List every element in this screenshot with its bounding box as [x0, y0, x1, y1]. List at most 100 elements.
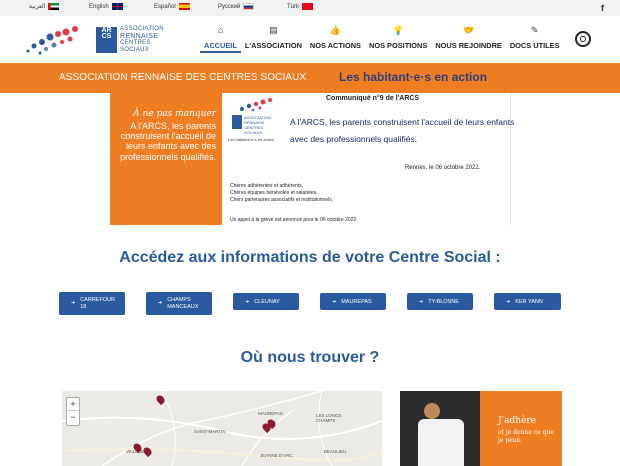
centre-button-maurepas[interactable]: ➜ MAUREPAS [320, 293, 386, 310]
nav-positions-label: NOS POSITIONS [368, 41, 428, 50]
lang-spanish[interactable]: Español [154, 3, 190, 10]
lightbulb-icon: 💡 [392, 25, 404, 35]
search-button[interactable] [575, 31, 591, 47]
lang-russian-label: Русский [218, 3, 241, 10]
centre-button-ker-yann[interactable]: ➜ KER YANN [494, 293, 561, 310]
communique-subtitle: Les habitant·e·s en action [228, 137, 275, 142]
centre-button-champs-manceaux[interactable]: ➜ CHAMPS MANCEAUX [146, 292, 212, 315]
map-label-longs-champs: LES LONGS CHAMPS [316, 413, 342, 423]
russia-flag-icon [243, 3, 255, 10]
site-header: ARCS ASSOCIATION RENNAISE CENTRES SOCIAU… [0, 16, 620, 63]
nav-rejoindre-label: NOUS REJOINDRE [435, 41, 502, 50]
centre-button-carrefour18[interactable]: ➜ CARREFOUR 18 [59, 292, 125, 315]
map-zoom-control: + − [66, 397, 80, 426]
nav-docs[interactable]: ✎ DOCS UTILES [506, 24, 564, 53]
arrow-right-icon: ➜ [506, 298, 511, 305]
communique-logo-line4: SOCIAUX [244, 130, 263, 135]
main-nav: ⌂ ACCUEIL ▤ L'ASSOCIATION 👍 NOS ACTIONS … [200, 24, 564, 53]
communique-greeting-1: Chères adhérentes et adhérents, [230, 183, 304, 189]
map-zoom-in-button[interactable]: + [67, 398, 79, 411]
news-text: A l'ARCS, les parents construisent l'acc… [119, 121, 216, 162]
logo-text[interactable]: ASSOCIATION RENNAISE CENTRES SOCIAUX [120, 26, 164, 54]
centre-button-ty-blosne[interactable]: ➜ TY-BLOSNE [407, 293, 473, 310]
map-label-beaulieu: BEAULIEU [324, 449, 347, 454]
logo-line2: RENNAISE [120, 33, 159, 40]
news-kicker: À ne pas manquer [133, 109, 216, 119]
arrow-right-icon: ➜ [332, 298, 337, 305]
nav-docs-label: DOCS UTILES [509, 41, 560, 50]
centre-button-cleunay[interactable]: ➜ CLEUNAY [233, 293, 299, 310]
uk-flag-icon [111, 3, 123, 10]
adhere-banner[interactable]: J'adhère et je donne ce que je peux. [400, 391, 562, 466]
lang-english-label: English [89, 3, 109, 10]
communique-greeting-3: Chers partenaires associatifs et institu… [230, 197, 334, 203]
communique-image[interactable]: ASSOCIATION RENNAISE CENTRES SOCIAUX Les… [222, 93, 514, 225]
facebook-icon[interactable]: f [601, 3, 604, 13]
nav-rejoindre[interactable]: 🤝 NOUS REJOINDRE [431, 24, 506, 53]
hero-band: ASSOCIATION RENNAISE DES CENTRES SOCIAUX… [0, 63, 620, 93]
nav-association[interactable]: ▤ L'ASSOCIATION [241, 24, 306, 53]
centres-title: Accédez aux informations de votre Centre… [119, 249, 501, 266]
logo-box[interactable]: ARCS [96, 27, 117, 53]
adhere-photo [400, 391, 480, 466]
communique-date: Rennes, le 06 octobre 2022. [405, 165, 481, 171]
nav-association-label: L'ASSOCIATION [244, 41, 302, 50]
map-zoom-out-button[interactable]: − [67, 411, 79, 424]
centre-label: MAUREPAS [341, 298, 372, 305]
search-icon [580, 36, 586, 42]
thumbs-up-icon: 👍 [329, 25, 342, 35]
centre-label: CLEUNAY [254, 298, 280, 305]
communique-heading: Communiqué n°9 de l'ARCS [326, 95, 420, 102]
page: العربية English Español Русский Türk f A… [0, 0, 620, 466]
lang-turkish-label: Türk [287, 3, 299, 10]
logo-line3: CENTRES [120, 40, 151, 46]
home-icon: ⌂ [217, 25, 224, 35]
arrow-right-icon: ➜ [419, 298, 424, 305]
location-map[interactable]: + − MAUREPAS LES LONGS CHAMPS SAINT-MART… [62, 391, 382, 466]
spain-flag-icon [178, 3, 190, 10]
lang-turkish[interactable]: Türk [287, 3, 313, 10]
map-label-jeanne-darc: JEANNE D'ARC [260, 453, 293, 458]
logo-dots-icon[interactable] [20, 22, 88, 58]
communique-lead: A l'ARCS, les parents construisent l'acc… [290, 117, 515, 144]
communique-body: Chères adhérentes et adhérents, Chères é… [230, 183, 333, 204]
turkey-flag-icon [302, 3, 313, 10]
arrow-right-icon: ➜ [71, 300, 76, 307]
lang-arabic-label: العربية [29, 4, 46, 10]
handshake-icon: 🤝 [462, 25, 475, 35]
map-label-saint-martin: SAINT-MARTIN [194, 429, 226, 434]
band-title: ASSOCIATION RENNAISE DES CENTRES SOCIAUX [59, 72, 307, 83]
adhere-title: J'adhère [498, 416, 536, 426]
logo-line4: SOCIAUX [120, 47, 150, 53]
logo-line1: ASSOCIATION [120, 26, 164, 32]
map-label-maurepas: MAUREPAS [258, 411, 283, 416]
arrow-right-icon: ➜ [245, 298, 250, 305]
communique-greeting-2: Chères équipes bénévoles et salariées, [230, 190, 318, 196]
nav-accueil-label: ACCUEIL [204, 41, 237, 50]
lang-spanish-label: Español [154, 3, 176, 10]
centre-label: CARREFOUR 18 [80, 297, 115, 310]
lang-arabic[interactable]: العربية [29, 3, 60, 10]
nav-actions[interactable]: 👍 NOS ACTIONS [306, 24, 365, 53]
clipboard-icon: ▤ [269, 25, 278, 35]
nav-positions[interactable]: 💡 NOS POSITIONS [365, 24, 431, 53]
centre-label: CHAMPS MANCEAUX [167, 297, 198, 310]
lang-russian[interactable]: Русский [218, 3, 255, 10]
centre-label-line1: CARREFOUR [80, 297, 116, 303]
edit-icon: ✎ [530, 25, 539, 35]
communique-logo-dots-icon [240, 98, 272, 112]
centre-label-line2: MANCEAUX [167, 303, 199, 310]
nav-accueil[interactable]: ⌂ ACCUEIL [200, 24, 241, 53]
map-title: Où nous trouver ? [240, 349, 380, 366]
lang-english[interactable]: English [89, 3, 123, 10]
band-slogan: Les habitant·e·s en action [339, 70, 488, 84]
communique-logo-box [232, 115, 242, 129]
adhere-subtitle: et je donne ce que je peux. [498, 429, 554, 444]
nav-actions-label: NOS ACTIONS [309, 41, 361, 50]
centre-label: TY-BLOSNE [428, 298, 459, 305]
language-bar: العربية English Español Русский Türk f [0, 0, 620, 16]
logo-box-text: ARCS [101, 27, 112, 40]
arrow-right-icon: ➜ [158, 300, 163, 307]
featured-news[interactable]: À ne pas manquer A l'ARCS, les parents c… [110, 93, 222, 225]
communique-note: Un appel à la grève est annoncé pour le … [230, 217, 358, 223]
